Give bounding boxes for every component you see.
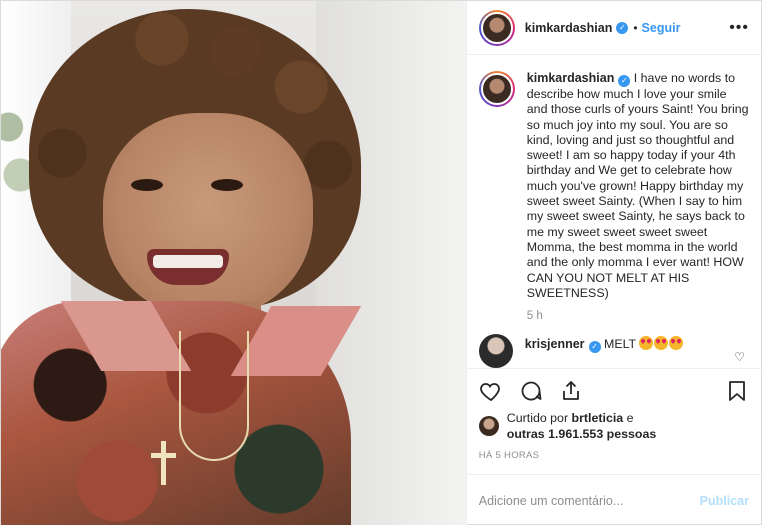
comment-input[interactable] — [478, 493, 700, 508]
separator-dot: • — [633, 20, 638, 35]
commenter-avatar[interactable] — [478, 334, 513, 368]
heart-eyes-emoji — [669, 336, 684, 351]
verified-icon: ✓ — [618, 75, 631, 87]
photo-face — [103, 113, 313, 318]
follow-button[interactable]: Seguir — [642, 21, 681, 35]
photo-necklace — [179, 331, 249, 461]
comment-like-heart-icon[interactable]: ♡ — [734, 350, 745, 364]
photo-eye-left — [131, 179, 163, 191]
liker-avatar[interactable] — [478, 416, 499, 436]
heart-eyes-emoji — [654, 336, 669, 351]
comment-text: MELT — [604, 337, 636, 352]
likes-prefix: Curtido por — [506, 411, 569, 425]
commenter-username[interactable]: krisjenner — [525, 337, 585, 351]
publish-button[interactable]: Publicar — [700, 494, 749, 508]
author-username[interactable]: kimkardashian — [525, 21, 613, 35]
heart-icon[interactable] — [479, 379, 503, 403]
author-avatar[interactable] — [478, 9, 515, 46]
bookmark-icon[interactable] — [725, 379, 749, 403]
comment-icon[interactable] — [519, 379, 543, 403]
post-side-panel: kimkardashian ✓ • Seguir ••• kimkardashi… — [465, 1, 761, 525]
caption: kimkardashian ✓ I have no words to descri… — [478, 71, 749, 301]
photo-teeth — [153, 255, 223, 268]
likes-and: e — [626, 411, 634, 425]
caption-body: kimkardashian ✓ I have no words to descri… — [527, 71, 749, 301]
photo-cross-pendant — [161, 441, 166, 485]
likes-text: Curtido por brtleticia e outras 1.961.55… — [507, 410, 656, 442]
comment-item: krisjenner ✓ MELT ♡ — [478, 334, 749, 368]
post-timestamp[interactable]: HÁ 5 HORAS — [467, 442, 761, 474]
comment-body: krisjenner ✓ MELT — [525, 334, 685, 354]
likes-first-user[interactable]: brtleticia — [572, 411, 624, 425]
caption-avatar-image — [480, 73, 513, 105]
caption-username[interactable]: kimkardashian — [527, 71, 615, 85]
verified-icon: ✓ — [588, 341, 601, 354]
heart-eyes-emoji — [639, 336, 654, 351]
likes-row: Curtido por brtleticia e outras 1.961.55… — [467, 410, 761, 442]
caption-time[interactable]: 5 h — [527, 310, 749, 322]
caption-text: I have no words to describe how much I l… — [526, 71, 749, 300]
share-icon[interactable] — [559, 379, 583, 403]
action-bar — [466, 368, 761, 412]
caption-avatar[interactable] — [478, 71, 515, 107]
photo-eye-right — [211, 179, 243, 191]
post-photo[interactable] — [1, 1, 466, 525]
instagram-post: kimkardashian ✓ • Seguir ••• kimkardashi… — [0, 0, 762, 525]
add-comment-bar: Publicar — [466, 474, 761, 525]
verified-icon: ✓ — [616, 21, 629, 34]
post-header: kimkardashian ✓ • Seguir ••• — [466, 1, 761, 55]
author-avatar-image — [480, 11, 513, 44]
more-icon[interactable]: ••• — [729, 19, 749, 37]
photo-cross-pendant-bar — [151, 453, 176, 458]
comments-section: kimkardashian ✓ I have no words to descri… — [467, 55, 761, 368]
likes-count[interactable]: outras 1.961.553 pessoas — [507, 427, 656, 441]
